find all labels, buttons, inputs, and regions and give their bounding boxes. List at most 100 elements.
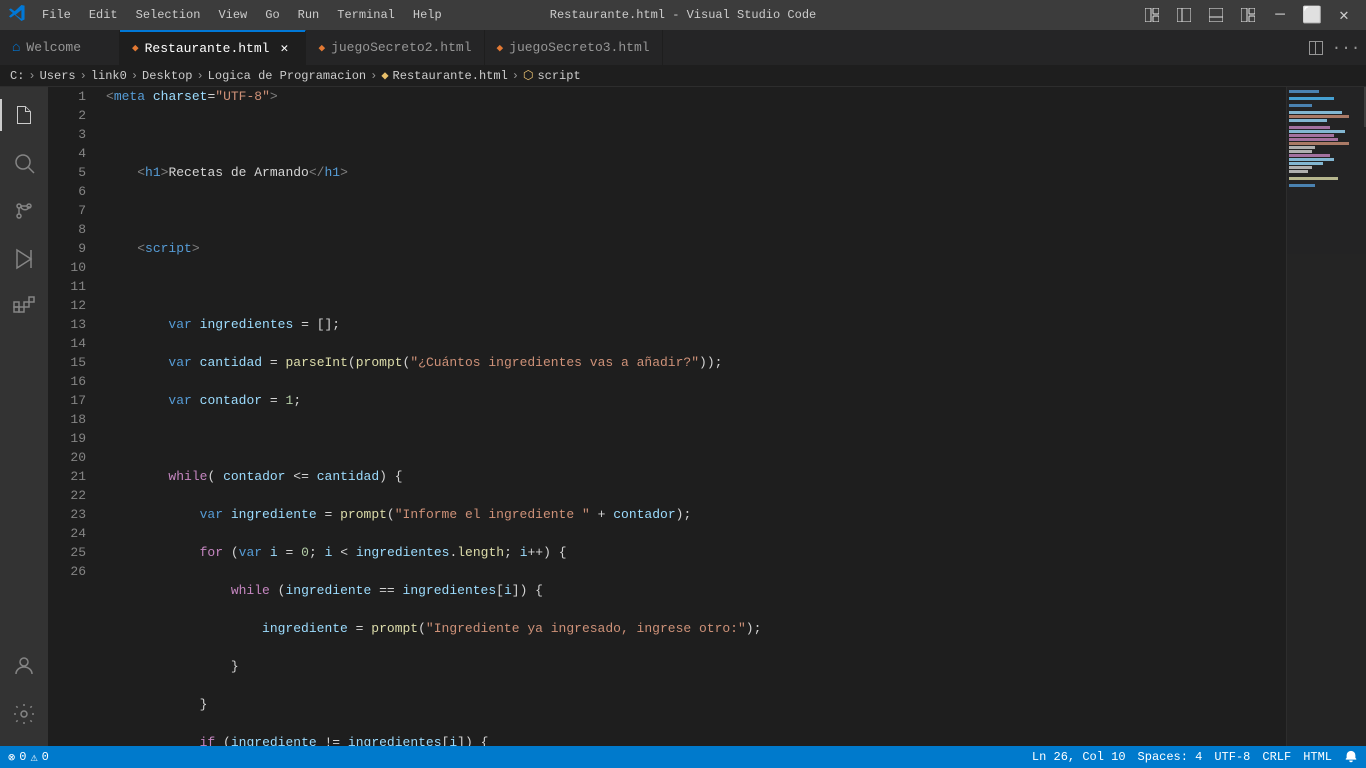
menu-file[interactable]: File — [34, 6, 79, 24]
more-actions-btn[interactable]: ··· — [1334, 36, 1358, 60]
code-line-10 — [106, 429, 1286, 448]
bc-sep-4: › — [196, 69, 203, 83]
breadcrumb: C: › Users › link0 › Desktop › Logica de… — [0, 65, 1366, 87]
status-notifications-icon[interactable] — [1344, 750, 1358, 764]
bc-sep-6: › — [512, 69, 519, 83]
menu-run[interactable]: Run — [290, 6, 328, 24]
activity-bar — [0, 87, 48, 746]
minimap — [1286, 87, 1366, 746]
tab-actions: ··· — [1296, 30, 1366, 65]
window-title: Restaurante.html - Visual Studio Code — [550, 8, 816, 22]
menu-terminal[interactable]: Terminal — [329, 6, 403, 24]
code-line-13: for (var i = 0; i < ingredientes.length;… — [106, 543, 1286, 562]
tab-juego3-label: juegoSecreto3.html — [509, 40, 649, 55]
bc-sep-1: › — [28, 69, 35, 83]
split-editor-btn[interactable] — [1304, 36, 1328, 60]
tab-juego2-icon: ◆ — [318, 41, 325, 55]
title-bar: File Edit Selection View Go Run Terminal… — [0, 0, 1366, 30]
bc-file-icon: ◆ — [381, 68, 388, 83]
bc-script[interactable]: script — [537, 69, 580, 83]
bc-script-icon: ⬡ — [523, 68, 533, 83]
status-encoding[interactable]: UTF-8 — [1214, 750, 1250, 764]
code-line-18: if (ingrediente != ingredientes[i]) { — [106, 733, 1286, 746]
code-line-3: <h1>Recetas de Armando</h1> — [106, 163, 1286, 182]
tab-juego3-icon: ◆ — [497, 41, 504, 55]
sidebar-toggle-btn[interactable] — [1170, 1, 1198, 29]
status-bar-right: Ln 26, Col 10 Spaces: 4 UTF-8 CRLF HTML — [1032, 750, 1358, 764]
code-line-14: while (ingrediente == ingredientes[i]) { — [106, 581, 1286, 600]
tab-welcome-label: Welcome — [26, 40, 81, 55]
editor-layout-btn[interactable] — [1234, 1, 1262, 29]
tab-bar: ⌂ Welcome ◆ Restaurante.html ✕ ◆ juegoSe… — [0, 30, 1366, 65]
tab-restaurante-close[interactable]: ✕ — [275, 39, 293, 57]
status-language[interactable]: HTML — [1303, 750, 1332, 764]
sidebar-item-search[interactable] — [0, 139, 48, 187]
close-btn[interactable]: ✕ — [1330, 1, 1358, 29]
code-line-6 — [106, 277, 1286, 296]
code-lines[interactable]: <meta charset="UTF-8"> <h1>Recetas de Ar… — [98, 87, 1286, 746]
bc-logica[interactable]: Logica de Programacion — [208, 69, 366, 83]
bc-sep-3: › — [131, 69, 138, 83]
code-line-8: var cantidad = parseInt(prompt("¿Cuántos… — [106, 353, 1286, 372]
error-count: 0 — [19, 750, 26, 764]
code-line-12: var ingrediente = prompt("Informe el ing… — [106, 505, 1286, 524]
bc-link0[interactable]: link0 — [91, 69, 127, 83]
tab-juego2-label: juegoSecreto2.html — [331, 40, 471, 55]
status-bar: ⊗ 0 ⚠ 0 Ln 26, Col 10 Spaces: 4 UTF-8 CR… — [0, 746, 1366, 768]
sidebar-item-source-control[interactable] — [0, 187, 48, 235]
menu-go[interactable]: Go — [257, 6, 287, 24]
menu-edit[interactable]: Edit — [81, 6, 126, 24]
status-position[interactable]: Ln 26, Col 10 — [1032, 750, 1126, 764]
code-line-9: var contador = 1; — [106, 391, 1286, 410]
status-spaces[interactable]: Spaces: 4 — [1138, 750, 1203, 764]
sidebar-item-run[interactable] — [0, 235, 48, 283]
activity-bar-bottom — [0, 642, 48, 746]
bc-sep-5: › — [370, 69, 377, 83]
menu-bar: File Edit Selection View Go Run Terminal… — [34, 6, 450, 24]
bc-c[interactable]: C: — [10, 69, 24, 83]
error-icon: ⊗ — [8, 750, 15, 765]
status-errors[interactable]: ⊗ 0 ⚠ 0 — [8, 750, 49, 765]
sidebar-item-settings[interactable] — [0, 690, 48, 738]
tab-juego3[interactable]: ◆ juegoSecreto3.html — [485, 30, 663, 65]
vscode-logo-icon — [8, 4, 26, 27]
code-line-16: } — [106, 657, 1286, 676]
tab-juego2[interactable]: ◆ juegoSecreto2.html — [306, 30, 484, 65]
tab-welcome-icon: ⌂ — [12, 40, 20, 56]
code-line-2 — [106, 125, 1286, 144]
tab-welcome[interactable]: ⌂ Welcome — [0, 30, 120, 65]
warning-icon: ⚠ — [30, 750, 37, 765]
sidebar-item-extensions[interactable] — [0, 283, 48, 331]
warning-count: 0 — [42, 750, 49, 764]
main-area: 12345 678910 1112131415 1617181920 21222… — [0, 87, 1366, 746]
panel-toggle-btn[interactable] — [1202, 1, 1230, 29]
window-controls: ─ ⬜ ✕ — [1138, 1, 1358, 29]
code-editor[interactable]: 12345 678910 1112131415 1617181920 21222… — [48, 87, 1286, 746]
code-line-15: ingrediente = prompt("Ingrediente ya ing… — [106, 619, 1286, 638]
tab-restaurante-icon: ◆ — [132, 41, 139, 55]
menu-view[interactable]: View — [210, 6, 255, 24]
restore-btn[interactable]: ⬜ — [1298, 1, 1326, 29]
code-line-1: <meta charset="UTF-8"> — [106, 87, 1286, 106]
sidebar-item-account[interactable] — [0, 642, 48, 690]
status-line-ending[interactable]: CRLF — [1262, 750, 1291, 764]
code-line-4 — [106, 201, 1286, 220]
menu-selection[interactable]: Selection — [128, 6, 209, 24]
code-line-5: <script> — [106, 239, 1286, 258]
minimize-btn[interactable]: ─ — [1266, 1, 1294, 29]
code-line-17: } — [106, 695, 1286, 714]
code-line-7: var ingredientes = []; — [106, 315, 1286, 334]
layout-btn[interactable] — [1138, 1, 1166, 29]
bc-sep-2: › — [80, 69, 87, 83]
bc-restaurante[interactable]: Restaurante.html — [393, 69, 508, 83]
tab-restaurante[interactable]: ◆ Restaurante.html ✕ — [120, 30, 306, 65]
bc-desktop[interactable]: Desktop — [142, 69, 192, 83]
editor-area: 12345 678910 1112131415 1617181920 21222… — [48, 87, 1366, 746]
sidebar-item-explorer[interactable] — [0, 91, 48, 139]
menu-help[interactable]: Help — [405, 6, 450, 24]
code-line-11: while( contador <= cantidad) { — [106, 467, 1286, 486]
title-bar-left: File Edit Selection View Go Run Terminal… — [8, 4, 450, 27]
tab-restaurante-label: Restaurante.html — [145, 41, 270, 56]
line-numbers: 12345 678910 1112131415 1617181920 21222… — [48, 87, 98, 746]
bc-users[interactable]: Users — [40, 69, 76, 83]
